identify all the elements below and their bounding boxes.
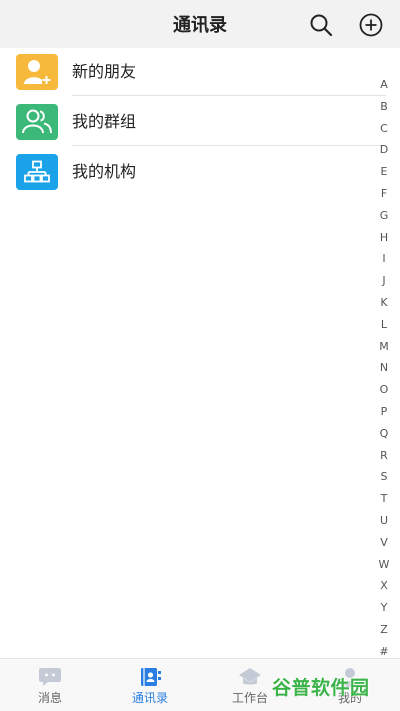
index-letter[interactable]: O [376,379,392,401]
tab-contacts[interactable]: 通讯录 [100,659,200,711]
page-title: 通讯录 [173,15,227,36]
index-letter[interactable]: E [376,161,392,183]
top-bar: 通讯录 [0,0,400,48]
divider [72,95,386,96]
message-icon [38,667,62,687]
index-letter[interactable]: G [376,205,392,227]
watermark: 谷普软件园 [272,668,396,704]
index-letter[interactable]: P [376,401,392,423]
index-letter[interactable]: R [376,445,392,467]
org-chart-icon [16,154,58,190]
index-letter[interactable]: U [376,510,392,532]
index-letter[interactable]: D [376,139,392,161]
index-letter[interactable]: N [376,357,392,379]
alphabet-index[interactable]: A B C D E F G H I J K L M N O P Q R S T U V W X Y Z # [376,74,392,663]
index-letter[interactable]: S [376,466,392,488]
index-letter[interactable]: H [376,227,392,249]
plus-circle-icon[interactable] [358,12,384,38]
new-friends-label: 新的朋友 [72,62,137,81]
index-letter[interactable]: F [376,183,392,205]
my-groups-label: 我的群组 [72,112,137,131]
index-letter[interactable]: L [376,314,392,336]
my-organization-item[interactable]: 我的机构 [0,148,370,196]
new-friends-item[interactable]: 新的朋友 [0,48,386,96]
group-icon [16,104,58,140]
contacts-icon [138,667,162,687]
my-groups-item[interactable]: 我的群组 [0,98,386,146]
my-organization-label: 我的机构 [72,162,137,181]
index-letter[interactable]: W [376,554,392,576]
index-letter[interactable]: Q [376,423,392,445]
index-letter[interactable]: B [376,96,392,118]
watermark-text: 谷普软件园 [272,676,370,699]
index-letter[interactable]: T [376,488,392,510]
search-icon[interactable] [308,12,334,38]
index-letter[interactable]: A [376,74,392,96]
index-letter[interactable]: C [376,118,392,140]
index-letter[interactable]: Z [376,619,392,641]
index-letter[interactable]: J [376,270,392,292]
index-letter[interactable]: I [376,248,392,270]
workbench-icon [238,667,262,687]
index-letter[interactable]: X [376,575,392,597]
tab-label: 消息 [37,691,62,705]
tab-label: 通讯录 [131,691,168,705]
tab-messages[interactable]: 消息 [0,659,100,711]
index-letter[interactable]: K [376,292,392,314]
index-letter[interactable]: M [376,336,392,358]
add-user-icon [16,54,58,90]
divider [72,145,386,146]
index-letter[interactable]: Y [376,597,392,619]
index-letter[interactable]: V [376,532,392,554]
